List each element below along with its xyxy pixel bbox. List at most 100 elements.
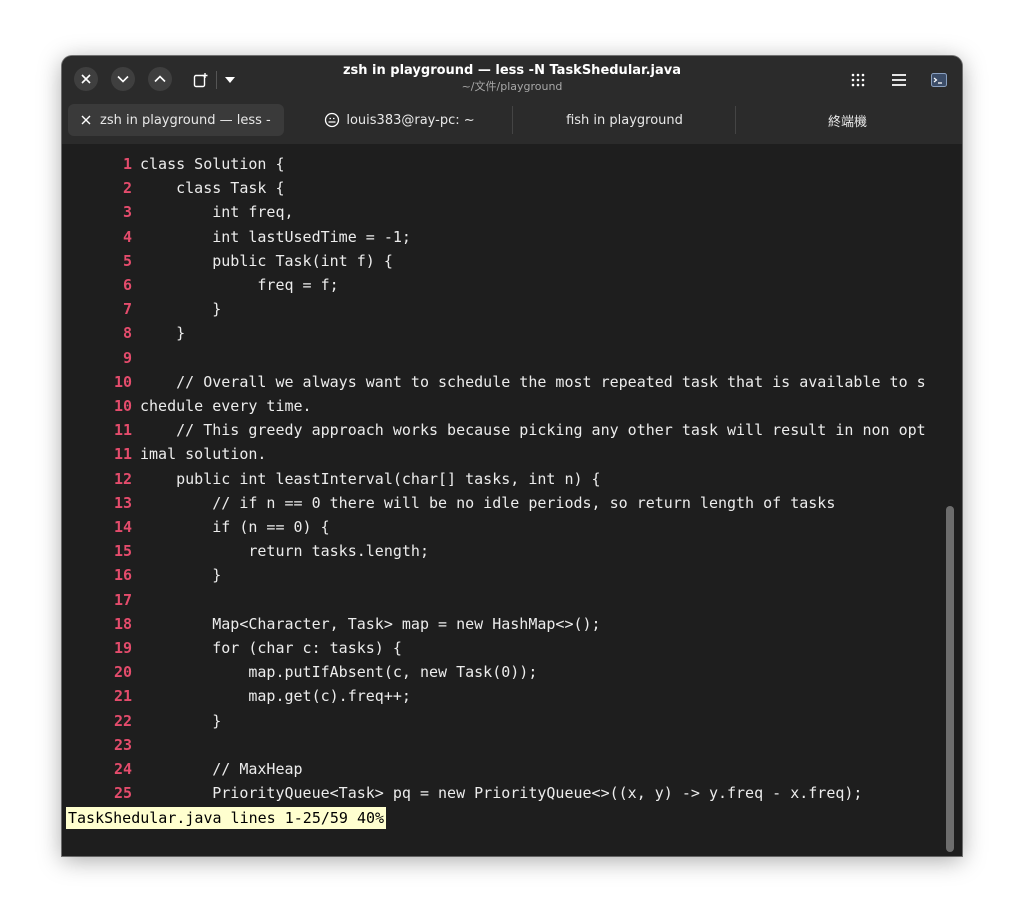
code-line: 18 Map<Character, Task> map = new HashMa… <box>62 612 601 636</box>
code-line: 3 int freq, <box>62 200 294 224</box>
terminal-icon <box>931 73 947 87</box>
line-number: 12 <box>113 469 132 488</box>
code-line: 25 PriorityQueue<Task> pq = new Priority… <box>62 781 863 805</box>
terminal-profile-button[interactable] <box>927 68 951 92</box>
grid-icon <box>851 73 865 87</box>
tab-label: 終端機 <box>827 114 867 130</box>
close-window-button[interactable] <box>74 67 98 91</box>
line-number: 21 <box>113 687 132 706</box>
code-line: 14 if (n == 0) { <box>62 515 330 539</box>
line-text: for (char c: tasks) { <box>140 639 402 657</box>
line-text: chedule every time. <box>140 397 312 415</box>
line-number: 24 <box>113 760 132 778</box>
line-text: public int leastInterval(char[] tasks, i… <box>140 469 601 488</box>
less-status-line: TaskShedular.java lines 1-25/59 40% <box>66 807 387 829</box>
line-number: 11 <box>113 445 132 464</box>
dropdown-arrow-icon <box>225 77 235 83</box>
line-number: 18 <box>113 614 132 633</box>
line-number: 20 <box>113 663 132 682</box>
code-line: 23 <box>62 733 140 757</box>
chevron-down-icon <box>117 75 129 83</box>
code-line: 1 class Solution { <box>62 152 285 176</box>
line-number: 13 <box>113 493 132 512</box>
line-text: } <box>140 300 222 319</box>
code-line: 24 // MaxHeap <box>62 757 303 781</box>
terminal-view[interactable]: 1 class Solution {2 class Task {3 int fre… <box>62 144 962 856</box>
new-tab-menu-button[interactable] <box>218 68 242 92</box>
code-line: 6 freq = f; <box>62 273 339 297</box>
line-text: } <box>140 711 222 730</box>
user-icon <box>325 112 340 128</box>
tab-label: louis383@ray-pc: ~ <box>346 112 475 128</box>
line-number: 7 <box>122 300 132 319</box>
line-text: int lastUsedTime = -1; <box>140 227 411 246</box>
new-tab-icon <box>193 73 208 88</box>
line-text: map.get(c).freq++; <box>140 687 411 706</box>
code-line: 16 } <box>62 563 221 587</box>
minimize-window-button[interactable] <box>111 67 135 91</box>
line-text: // if n == 0 there will be no idle perio… <box>140 493 836 512</box>
chevron-up-icon <box>154 75 166 83</box>
line-number: 11 <box>113 421 132 440</box>
window-title: zsh in playground — less -N TaskShedular… <box>342 63 682 78</box>
close-icon <box>81 115 91 125</box>
tab-zsh-less[interactable]: zsh in playground — less -N TaskShedular… <box>68 104 284 136</box>
line-number: 16 <box>113 566 132 585</box>
tab-terminal[interactable]: 終端機 <box>740 104 955 136</box>
code-line: 17 <box>62 588 140 612</box>
code-line: 11 imal solution. <box>62 442 267 466</box>
line-text: // Overall we always want to schedule th… <box>140 372 926 391</box>
tab-overview-button[interactable] <box>846 68 870 92</box>
line-text: class Solution { <box>140 155 285 173</box>
header-bar: zsh in playground — less -N TaskShedular… <box>62 56 962 144</box>
tab-louis383[interactable]: louis383@ray-pc: ~ <box>292 104 507 136</box>
terminal-window: zsh in playground — less -N TaskShedular… <box>62 56 962 856</box>
line-text: Map<Character, Task> map = new HashMap<>… <box>140 614 601 633</box>
tab-label: zsh in playground — less -N TaskShedular… <box>100 112 272 128</box>
code-line: 7 } <box>62 297 221 321</box>
line-text: imal solution. <box>140 445 267 464</box>
new-tab-button[interactable] <box>189 68 213 92</box>
code-line: 15 return tasks.length; <box>62 539 429 563</box>
tab-fish[interactable]: fish in playground <box>517 104 732 136</box>
line-number: 14 <box>113 518 132 536</box>
code-line: 10 chedule every time. <box>62 394 312 418</box>
line-text: } <box>140 324 186 343</box>
line-text: PriorityQueue<Task> pq = new PriorityQue… <box>140 784 863 803</box>
line-number: 10 <box>113 372 132 391</box>
window-subtitle: ~/文件/playground <box>461 80 563 93</box>
main-menu-button[interactable] <box>887 68 911 92</box>
window-title-area: zsh in playground — less -N TaskShedular… <box>262 63 762 95</box>
header-divider <box>216 71 217 89</box>
line-text: // MaxHeap <box>140 760 303 778</box>
line-number: 9 <box>122 348 132 367</box>
line-number: 17 <box>113 590 132 609</box>
line-number: 1 <box>122 155 132 173</box>
code-line: 11 // This greedy approach works because… <box>62 418 926 442</box>
line-text: class Task { <box>140 179 285 198</box>
line-text: // This greedy approach works because pi… <box>140 421 926 440</box>
code-line: 19 for (char c: tasks) { <box>62 636 402 660</box>
code-line: 22 } <box>62 709 221 733</box>
line-number: 2 <box>122 179 132 198</box>
code-line: 12 public int leastInterval(char[] tasks… <box>62 467 601 491</box>
line-number: 10 <box>113 397 132 415</box>
line-text: return tasks.length; <box>140 542 429 561</box>
scrollbar-thumb[interactable] <box>946 506 954 852</box>
line-text: freq = f; <box>140 276 339 294</box>
close-tab-button[interactable] <box>76 115 96 125</box>
line-number: 22 <box>113 711 132 730</box>
line-text: map.putIfAbsent(c, new Task(0)); <box>140 663 538 682</box>
code-line: 2 class Task { <box>62 176 285 200</box>
maximize-window-button[interactable] <box>148 67 172 91</box>
line-text: public Task(int f) { <box>140 251 393 270</box>
line-number: 3 <box>122 203 132 222</box>
line-text: int freq, <box>140 203 294 222</box>
line-number: 23 <box>113 735 132 754</box>
code-line: 4 int lastUsedTime = -1; <box>62 225 411 249</box>
code-line: 13 // if n == 0 there will be no idle pe… <box>62 491 835 515</box>
code-line: 20 map.putIfAbsent(c, new Task(0)); <box>62 660 537 684</box>
line-number: 5 <box>122 251 132 270</box>
code-line: 5 public Task(int f) { <box>62 249 393 273</box>
code-line: 8 } <box>62 321 185 345</box>
